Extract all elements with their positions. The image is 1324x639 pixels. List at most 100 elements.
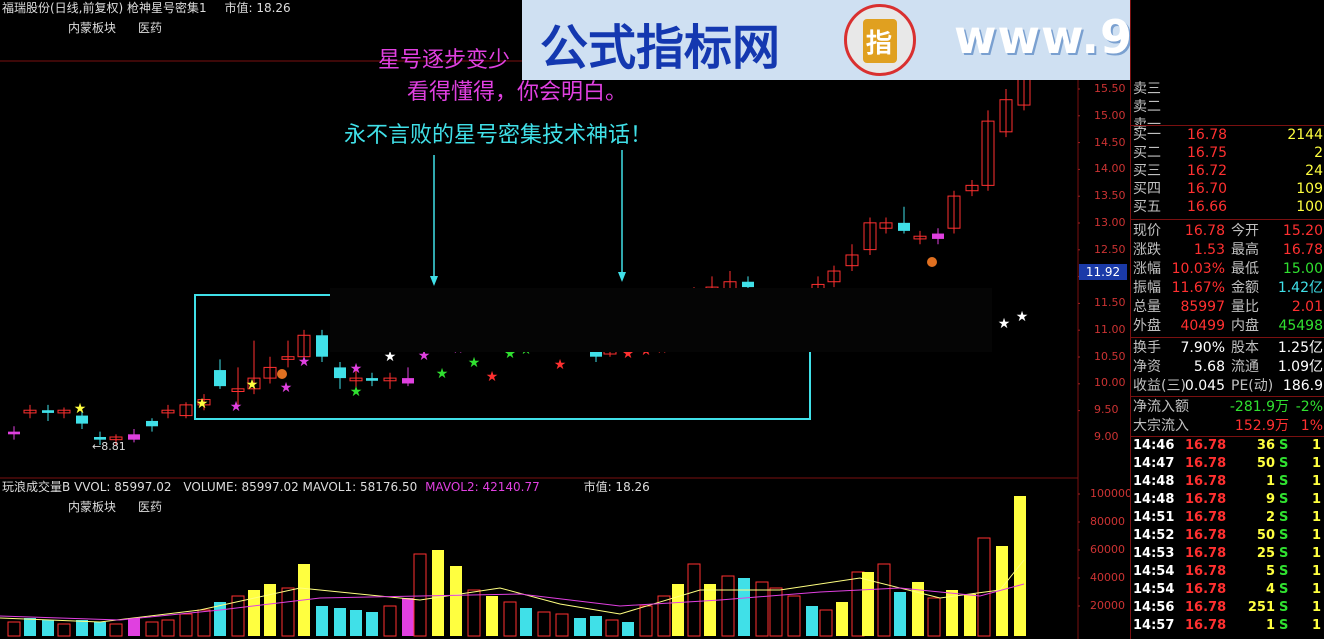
bid-label: 买四: [1133, 181, 1161, 197]
volume-bar: [738, 578, 750, 636]
tick-row[interactable]: 14:57 16.78 1 S 1: [1131, 617, 1324, 635]
quote-value: 40499: [1180, 318, 1225, 334]
tick-price: 16.78: [1185, 456, 1227, 471]
tick-row[interactable]: 14:54 16.78 4 S 1: [1131, 581, 1324, 599]
tick-count: 1: [1311, 618, 1321, 633]
ask-row[interactable]: 卖二: [1131, 98, 1324, 116]
quote-value: 15.00: [1282, 261, 1323, 277]
volume-bar: [927, 597, 941, 637]
tick-price: 16.78: [1185, 618, 1227, 633]
tick-row[interactable]: 14:48 16.78 9 S 1: [1131, 491, 1324, 509]
bid-row[interactable]: 买二 16.75 2: [1131, 144, 1324, 162]
tick-side: S: [1279, 618, 1289, 633]
bid-row[interactable]: 买四 16.70 109: [1131, 180, 1324, 198]
tick-time: 14:48: [1133, 492, 1175, 507]
star-marker: ★: [74, 401, 87, 417]
tick-side: S: [1279, 582, 1289, 597]
tick-side: S: [1279, 546, 1289, 561]
tick-side: S: [1279, 492, 1289, 507]
volume-sector-tag-1[interactable]: 内蒙板块: [68, 498, 116, 515]
quote-row[interactable]: 振幅 11.67% 金额 1.42亿: [1131, 279, 1324, 297]
quote-row[interactable]: 外盘 40499 内盘 45498: [1131, 317, 1324, 335]
tick-row[interactable]: 14:52 16.78 50 S 1: [1131, 527, 1324, 545]
tick-volume: 4: [1265, 582, 1275, 597]
fruit-icon: [927, 257, 937, 267]
quote-label: 涨跌: [1133, 242, 1161, 258]
tick-row[interactable]: 14:56 16.78 251 S 1: [1131, 599, 1324, 617]
fundamental-label: 净资: [1133, 359, 1161, 375]
fundamental-row[interactable]: 换手 7.90% 股本 1.25亿: [1131, 339, 1324, 357]
volume-bar: [787, 595, 801, 637]
fundamental-row[interactable]: 收益(三) 0.045 PE(动) 186.9: [1131, 377, 1324, 395]
candle-body: [128, 434, 140, 440]
candle-body: [366, 378, 378, 381]
volume-bar: [806, 606, 818, 636]
price-axis-label: 14.50: [1094, 135, 1126, 149]
tick-time: 14:52: [1133, 528, 1175, 543]
volume-bar: [590, 616, 602, 636]
tick-row[interactable]: 14:53 16.78 25 S 1: [1131, 545, 1324, 563]
volume-bar: [622, 622, 634, 636]
price-axis-label: 11.50: [1094, 296, 1126, 310]
quote-label: 涨幅: [1133, 261, 1161, 277]
tick-row[interactable]: 14:47 16.78 50 S 1: [1131, 455, 1324, 473]
volume-bar: [57, 623, 71, 637]
bid-volume: 100: [1296, 199, 1323, 215]
star-marker: ★: [436, 366, 449, 382]
quote-row[interactable]: 涨幅 10.03% 最低 15.00: [1131, 260, 1324, 278]
price-axis-label: 15.50: [1094, 82, 1126, 95]
quote-row[interactable]: 现价 16.78 今开 15.20: [1131, 222, 1324, 240]
current-price-tag: 11.92: [1079, 264, 1127, 280]
quote-row[interactable]: 总量 85997 量比 2.01: [1131, 298, 1324, 316]
bid-price: 16.70: [1187, 181, 1228, 197]
kline-chart-area[interactable]: ★★★★★★★★★★★★★★★★★★★★★★★ 福瑞股份(日线,前复权) 枪神星…: [0, 0, 1132, 639]
tick-price: 16.78: [1185, 564, 1227, 579]
volume-value: VOLUME: 85997.02: [183, 480, 299, 494]
tick-time: 14:46: [1133, 438, 1175, 453]
flow-value: -281.9万: [1229, 399, 1289, 415]
candle-body: [214, 370, 226, 387]
volume-bar: [413, 553, 427, 637]
price-axis-label: 13.00: [1094, 215, 1126, 229]
tick-time: 14:48: [1133, 474, 1175, 489]
bid-row[interactable]: 买五 16.66 100: [1131, 198, 1324, 216]
annotation-line-3: 永不言败的星号密集技术神话！: [344, 123, 653, 148]
fundamental-value: 5.68: [1193, 359, 1225, 375]
annotation-arrowhead-right: [618, 272, 626, 282]
occlusion-band: [330, 288, 992, 352]
bid-row[interactable]: 买三 16.72 24: [1131, 162, 1324, 180]
annotation-arrowhead-left: [430, 276, 438, 286]
fruit-icon: [277, 369, 287, 379]
tick-row[interactable]: 14:54 16.78 5 S 1: [1131, 563, 1324, 581]
bid-row[interactable]: 买一 16.78 2144: [1131, 126, 1324, 144]
low-price-value: 8.81: [101, 440, 126, 453]
price-axis-label: 9.50: [1094, 403, 1119, 417]
volume-sector-tag-2[interactable]: 医药: [138, 498, 162, 515]
tick-side: S: [1279, 564, 1289, 579]
ask-row[interactable]: 卖三: [1131, 80, 1324, 98]
tick-volume: 25: [1256, 546, 1275, 561]
volume-bar: [366, 612, 378, 636]
fundamental-row[interactable]: 净资 5.68 流通 1.09亿: [1131, 358, 1324, 376]
fundamental-value: 1.09亿: [1277, 359, 1323, 375]
fundamental-label: 股本: [1231, 340, 1259, 356]
flow-row[interactable]: 净流入额 -281.9万 -2%: [1131, 398, 1324, 416]
tick-row[interactable]: 14:46 16.78 36 S 1: [1131, 437, 1324, 455]
volume-bar: [42, 620, 54, 636]
price-axis-label: 13.50: [1094, 189, 1126, 203]
quote-row[interactable]: 涨跌 1.53 最高 16.78: [1131, 241, 1324, 259]
sector-tag-1[interactable]: 内蒙板块: [68, 19, 116, 36]
volume-bar: [128, 618, 140, 636]
price-axis-label: 11.00: [1094, 322, 1126, 336]
sector-tag-2[interactable]: 医药: [138, 19, 162, 36]
volume-bar: [24, 618, 36, 636]
quote-label: 最高: [1231, 242, 1259, 258]
quote-label: 今开: [1231, 223, 1259, 239]
tick-row[interactable]: 14:48 16.78 1 S 1: [1131, 473, 1324, 491]
bid-label: 买二: [1133, 145, 1161, 161]
tick-time: 14:51: [1133, 510, 1175, 525]
flow-pct: 1%: [1300, 418, 1323, 434]
flow-row[interactable]: 大宗流入 152.9万 1%: [1131, 417, 1324, 435]
fundamental-label: 流通: [1231, 359, 1259, 375]
tick-row[interactable]: 14:51 16.78 2 S 1: [1131, 509, 1324, 527]
